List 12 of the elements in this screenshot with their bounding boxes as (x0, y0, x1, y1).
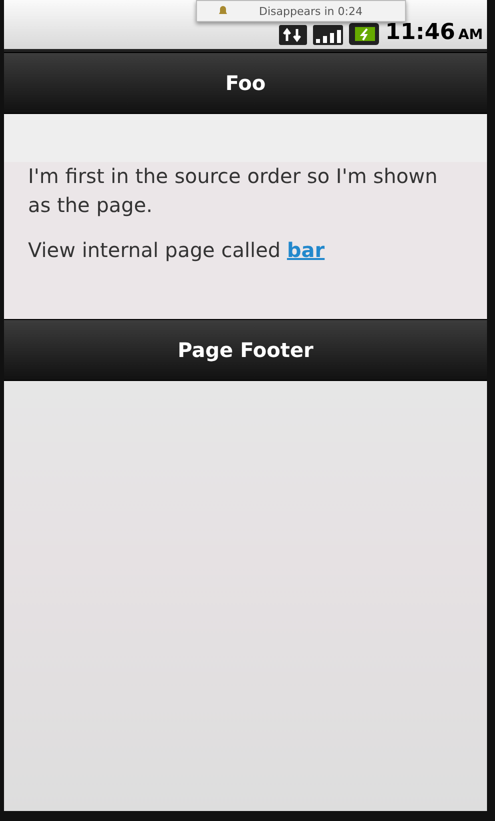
battery-icon (349, 23, 380, 45)
intro-paragraph: I'm first in the source order so I'm shown as the page. (28, 163, 439, 219)
bell-icon (217, 5, 229, 17)
clock-meridiem: AM (458, 27, 483, 43)
link-label: View internal page called (28, 238, 282, 262)
signal-icon (313, 25, 344, 45)
data-transfer-icon (279, 25, 308, 45)
notification-text: Disappears in 0:24 (259, 4, 362, 18)
clock-time: 11:46 (385, 20, 456, 45)
bar-link[interactable]: bar (286, 238, 325, 262)
header-title: Foo (225, 71, 266, 95)
footer-title: Page Footer (178, 338, 314, 362)
